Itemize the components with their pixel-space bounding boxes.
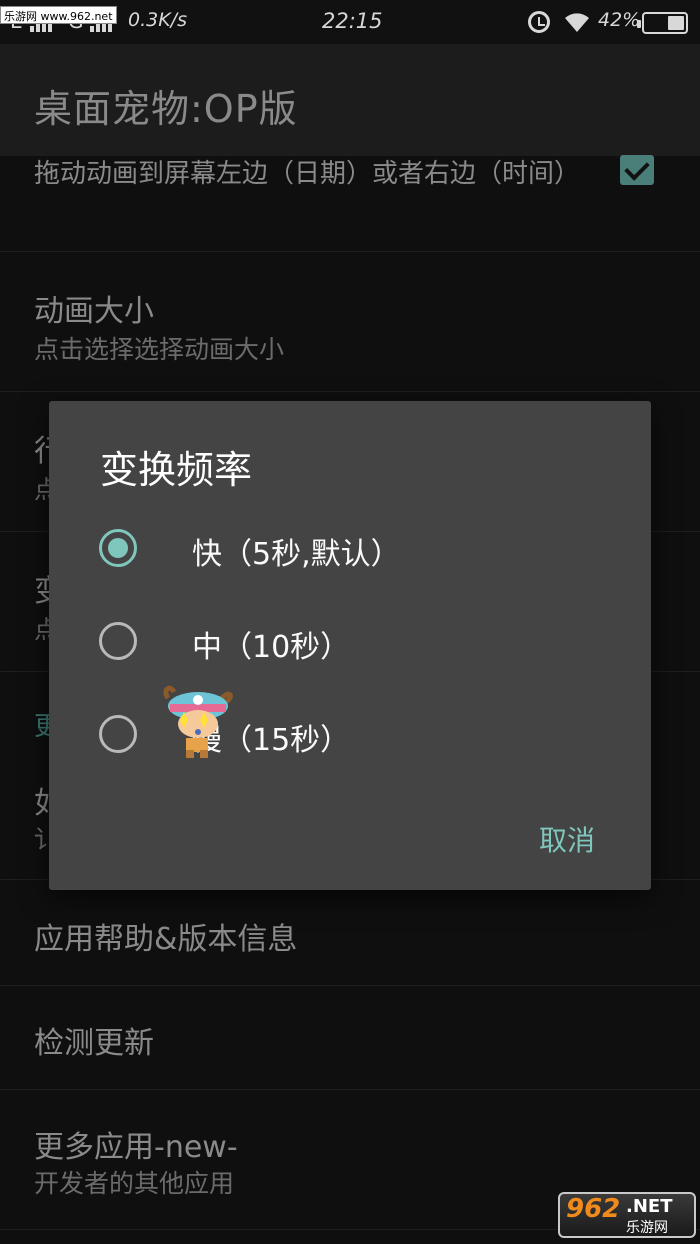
chopper-pet-icon[interactable] (160, 684, 236, 760)
battery-percent: 42% (598, 9, 641, 31)
setting-row-animation-size[interactable]: 动画大小 点击选择选择动画大小 (0, 252, 700, 392)
watermark-cn: 乐游网 (626, 1220, 668, 1236)
setting-row-title: 拖动动画到屏幕左边（日期）或者右边（时间） (34, 159, 581, 189)
app-bar: 桌面宠物:OP版 (0, 44, 700, 156)
page-title: 桌面宠物:OP版 (34, 87, 298, 131)
dialog-title: 变换频率 (100, 448, 253, 492)
alarm-icon (528, 11, 550, 33)
site-watermark: 乐游网 www.962.net (0, 6, 117, 24)
radio-button-checked[interactable] (99, 529, 137, 567)
battery-icon (637, 12, 688, 34)
radio-button[interactable] (99, 715, 137, 753)
setting-row-title: 检测更新 (34, 1026, 154, 1061)
frequency-dialog: 变换频率 快（5秒,默认） 中（10秒） 慢（15秒） 取消 (49, 401, 651, 890)
checkmark-icon[interactable] (620, 155, 654, 185)
setting-row-title: 动画大小 (34, 294, 154, 329)
cancel-button[interactable]: 取消 (539, 819, 595, 859)
clock: 22:15 (322, 9, 383, 33)
network-speed: 0.3K/s (128, 9, 187, 31)
radio-button[interactable] (99, 622, 137, 660)
option-label: 中（10秒） (192, 630, 351, 665)
watermark-number: 962 (566, 1194, 621, 1224)
setting-row-subtitle: 开发者的其他应用 (34, 1169, 235, 1198)
wifi-icon (565, 13, 589, 32)
option-slow[interactable]: 慢（15秒） (49, 695, 651, 775)
setting-row-title: 更多应用-new- (34, 1130, 238, 1165)
option-fast[interactable]: 快（5秒,默认） (49, 509, 651, 589)
status-bar: E G 0.3K/s 22:15 42% 乐游网 www.962.net (0, 0, 700, 44)
site-watermark-logo: 962 .NET 乐游网 (558, 1192, 696, 1238)
option-label: 快（5秒,默认） (192, 537, 401, 572)
setting-row-check-update[interactable]: 检测更新 (0, 986, 700, 1090)
setting-row-title: 应用帮助&版本信息 (34, 922, 298, 957)
setting-row-subtitle: 点击选择选择动画大小 (34, 335, 285, 364)
battery-level (668, 16, 684, 30)
watermark-net: .NET (626, 1196, 673, 1217)
setting-row-drag-animation[interactable]: 拖动动画到屏幕左边（日期）或者右边（时间） (0, 156, 700, 252)
setting-row-help[interactable]: 应用帮助&版本信息 (0, 880, 700, 986)
option-medium[interactable]: 中（10秒） (49, 602, 651, 682)
